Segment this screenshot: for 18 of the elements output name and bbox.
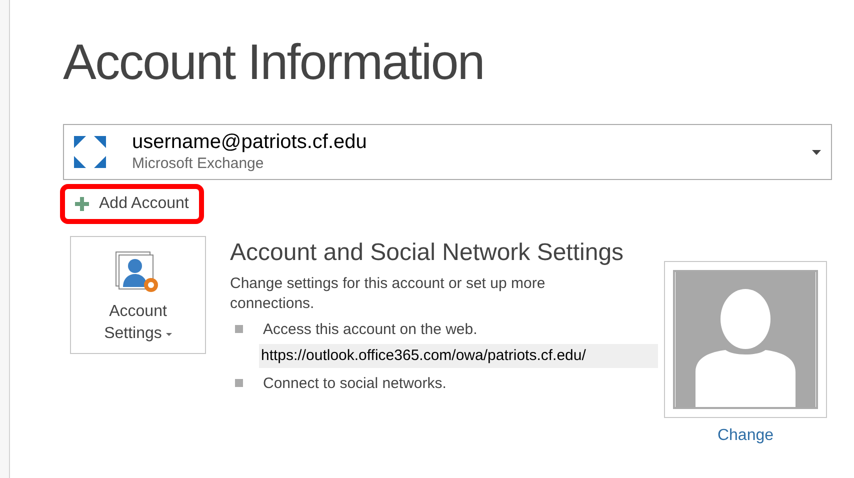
- change-photo-link[interactable]: Change: [717, 424, 774, 448]
- account-dropdown[interactable]: username@patriots.cf.edu Microsoft Exchange: [63, 124, 832, 180]
- account-type: Microsoft Exchange: [132, 154, 265, 174]
- bullet-icon: [235, 379, 243, 387]
- plus-icon: [75, 197, 89, 211]
- person-gear-icon: [115, 251, 161, 295]
- bullet-text: Connect to social networks.: [263, 374, 446, 394]
- caret-icon: [166, 332, 172, 336]
- bullet-icon: [235, 325, 243, 333]
- page-title: Account Information: [63, 33, 485, 92]
- section-description: Change settings for this account or set up more connections.: [230, 274, 546, 314]
- account-settings-button[interactable]: Account Settings: [70, 236, 206, 354]
- bullet-text: Access this account on the web.: [263, 320, 478, 340]
- add-account-button[interactable]: Add Account: [60, 184, 204, 224]
- dropdown-caret-icon: [812, 150, 821, 154]
- account-email: username@patriots.cf.edu: [132, 130, 368, 154]
- section-heading: Account and Social Network Settings: [230, 238, 625, 268]
- web-access-link[interactable]: https://outlook.office365.com/owa/patriots.cf.edu/: [259, 344, 658, 368]
